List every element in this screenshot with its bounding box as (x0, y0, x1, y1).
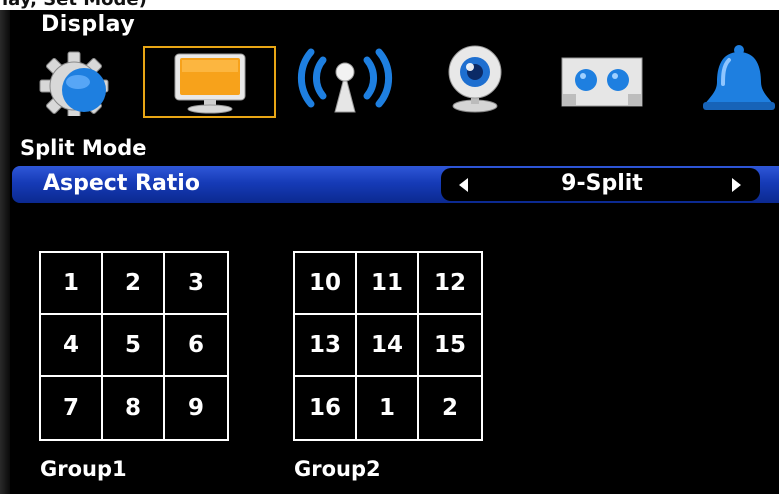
top-caption-strip: lay, Set Mode) (0, 0, 779, 10)
grid-cell: 16 (295, 377, 357, 439)
tab-network[interactable] (295, 44, 395, 116)
grid-cell: 10 (295, 253, 357, 315)
grid-cell: 1 (357, 377, 419, 439)
tab-alarm[interactable] (695, 44, 779, 116)
webcam-icon (448, 45, 502, 113)
tab-camera[interactable] (440, 44, 510, 116)
tab-storage[interactable] (556, 44, 648, 116)
monitor-icon (174, 53, 246, 114)
top-caption-text: lay, Set Mode) (2, 0, 147, 10)
setting-label: Aspect Ratio (43, 171, 200, 196)
grid-cell: 12 (419, 253, 481, 315)
menu-title: Display (41, 12, 136, 37)
tab-system[interactable] (30, 44, 126, 116)
grid-cell: 7 (41, 377, 103, 439)
grid-cell: 3 (165, 253, 227, 315)
grid-cell: 9 (187, 395, 204, 421)
grid-cell: 11 (357, 253, 419, 315)
grid-cell: 14 (357, 315, 419, 377)
arrow-right-icon[interactable] (732, 178, 741, 192)
split-grid-group1: 1 2 3 4 5 6 7 8 9 (39, 251, 229, 441)
grid-cell: 2 (441, 395, 458, 421)
grid-cell: 1 (41, 253, 103, 315)
tab-display[interactable] (143, 46, 276, 118)
grid-cell: 2 (103, 253, 165, 315)
menu-tab-bar (0, 44, 779, 120)
group-label: Group1 (40, 457, 127, 481)
wireless-antenna-icon (297, 48, 393, 113)
setting-value: 9-Split (561, 171, 643, 196)
grid-cell: 13 (295, 315, 357, 377)
split-grid-group2: 10 11 12 13 14 15 16 1 2 (293, 251, 483, 441)
grid-cell: 15 (419, 315, 481, 377)
grid-cell: 4 (41, 315, 103, 377)
grid-cell: 8 (103, 377, 165, 439)
storage-drive-icon (561, 57, 643, 107)
bell-icon (703, 45, 775, 110)
arrow-left-icon[interactable] (459, 178, 468, 192)
section-title: Split Mode (20, 136, 147, 160)
grid-cell: 6 (165, 315, 227, 377)
group-label: Group2 (294, 457, 381, 481)
gear-icon (39, 51, 109, 116)
grid-cell: 5 (103, 315, 165, 377)
